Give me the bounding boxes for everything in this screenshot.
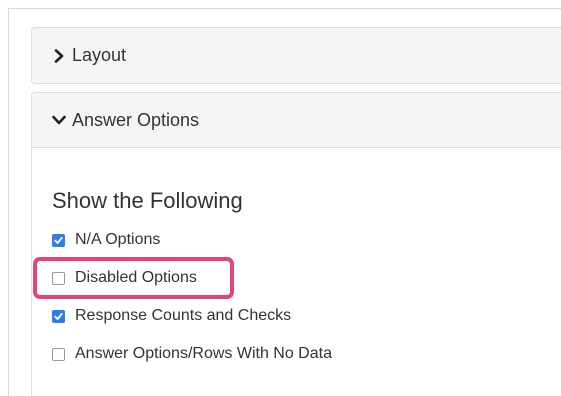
layout-section-header[interactable]: Layout [32,28,561,83]
answer-options-section: Answer Options Show the Following N/A Op… [31,92,561,396]
layout-section[interactable]: Layout [31,27,561,84]
na-options-label: N/A Options [75,231,161,248]
response-counts-label: Response Counts and Checks [75,307,292,324]
response-counts-checkbox[interactable] [52,309,65,323]
option-response-counts[interactable]: Response Counts and Checks [52,307,291,325]
rows-no-data-label: Answer Options/Rows With No Data [75,345,332,362]
option-na-options[interactable]: N/A Options [52,231,160,249]
na-options-checkbox[interactable] [52,233,65,247]
option-rows-no-data[interactable]: Answer Options/Rows With No Data [52,345,332,363]
chevron-down-icon [52,113,66,127]
chevron-right-icon [52,48,66,63]
rows-no-data-checkbox[interactable] [52,347,65,361]
answer-options-section-header[interactable]: Answer Options [32,93,561,148]
show-following-heading: Show the Following [52,188,243,213]
highlight-annotation [33,257,234,299]
layout-section-title: Layout [72,45,127,65]
answer-options-section-title: Answer Options [72,109,200,130]
